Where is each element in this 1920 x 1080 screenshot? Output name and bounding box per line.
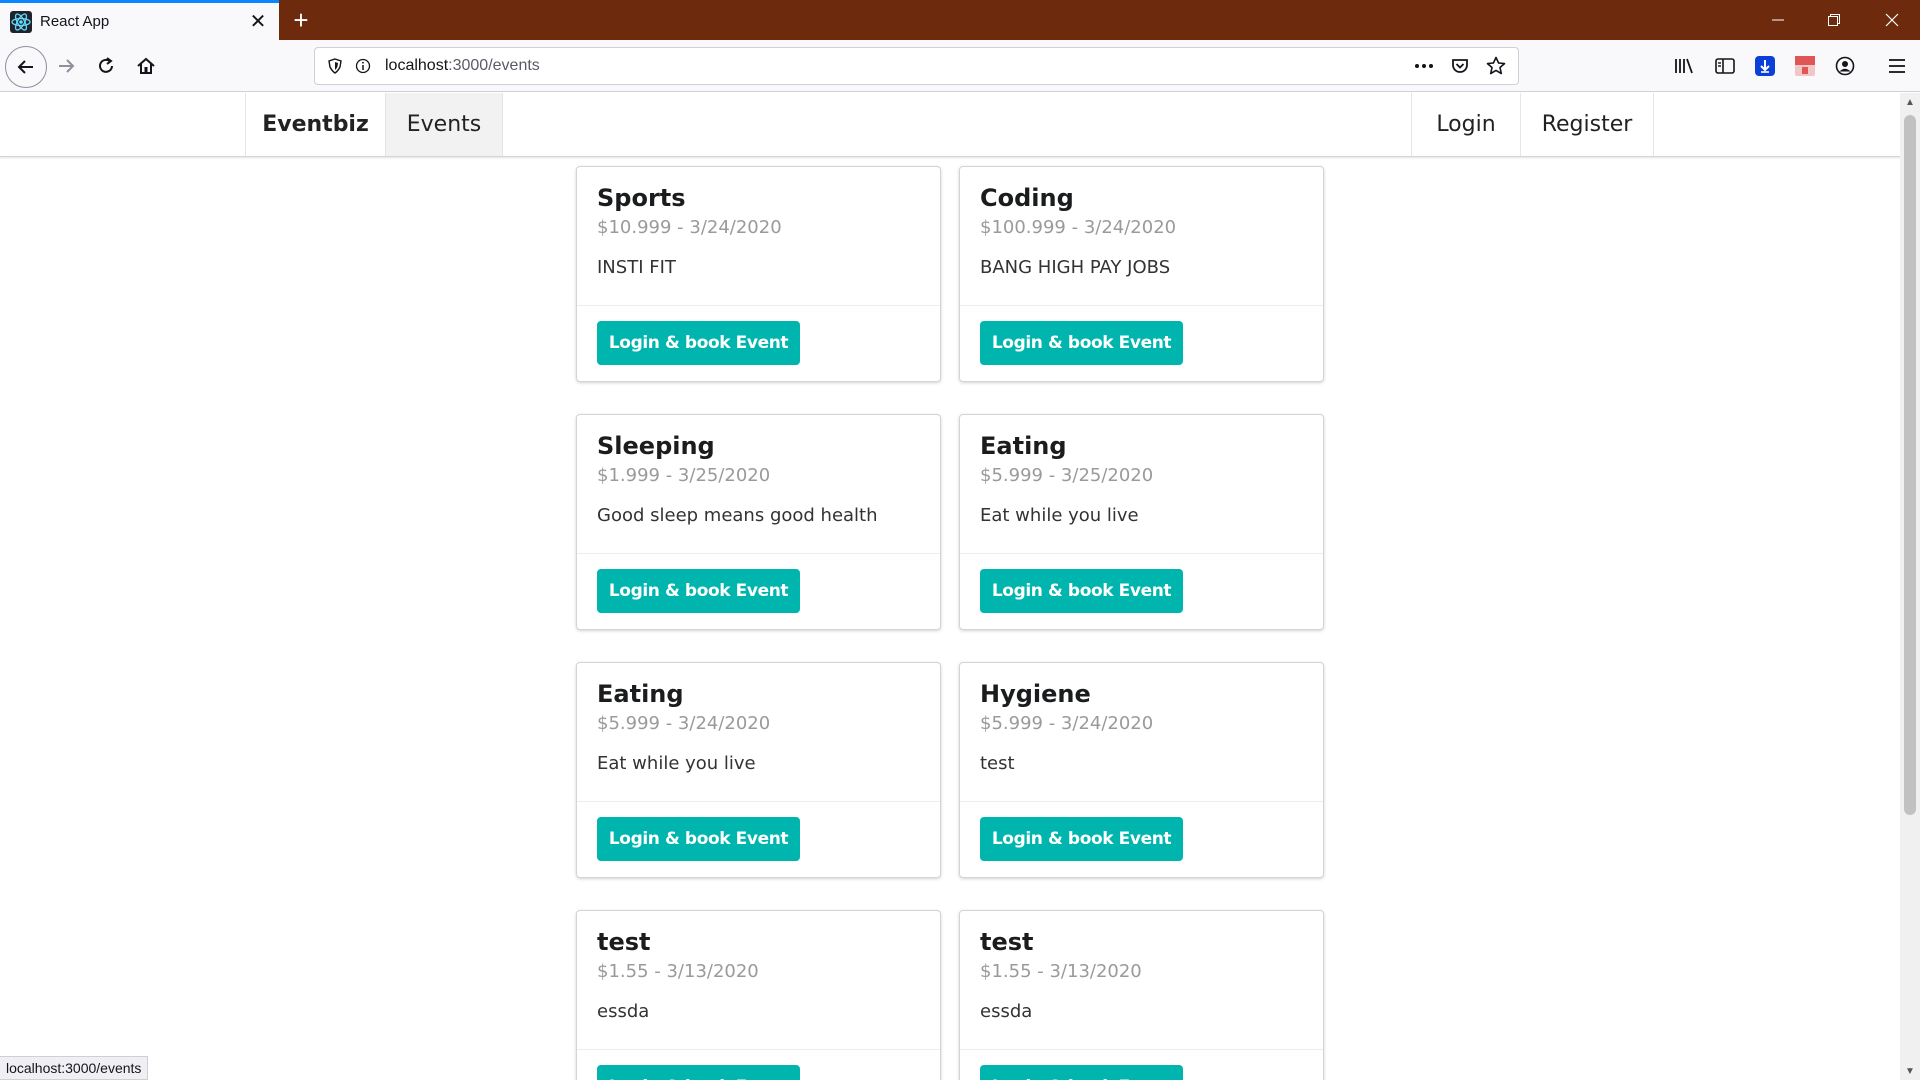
sidebar-icon[interactable] bbox=[1705, 46, 1745, 86]
event-card: Sports $10.999 - 3/24/2020 INSTI FIT Log… bbox=[576, 166, 941, 382]
book-event-button[interactable]: Login & book Event bbox=[597, 569, 800, 613]
book-event-button[interactable]: Login & book Event bbox=[980, 1065, 1183, 1080]
event-title: Eating bbox=[597, 680, 684, 708]
event-description: test bbox=[980, 753, 1015, 774]
shield-icon[interactable] bbox=[321, 52, 349, 80]
event-meta: $1.55 - 3/13/2020 bbox=[597, 961, 759, 982]
account-icon[interactable] bbox=[1825, 46, 1865, 86]
more-icon[interactable] bbox=[1410, 52, 1438, 80]
book-event-button[interactable]: Login & book Event bbox=[597, 1065, 800, 1080]
page-scrollbar[interactable]: ▲ ▼ bbox=[1900, 93, 1920, 1080]
library-icon[interactable] bbox=[1665, 46, 1705, 86]
event-meta: $1.55 - 3/13/2020 bbox=[980, 961, 1142, 982]
browser-tab-active[interactable]: React App ✕ bbox=[0, 0, 279, 40]
nav-brand[interactable]: Eventbiz bbox=[245, 93, 385, 156]
cors-extension-icon[interactable] bbox=[1785, 46, 1825, 86]
event-description: Eat while you live bbox=[597, 753, 756, 774]
event-description: BANG HIGH PAY JOBS bbox=[980, 257, 1171, 278]
home-icon[interactable] bbox=[126, 46, 166, 86]
menu-icon[interactable] bbox=[1877, 46, 1917, 86]
event-card: Hygiene $5.999 - 3/24/2020 test Login & … bbox=[959, 662, 1324, 878]
minimize-icon[interactable] bbox=[1750, 0, 1806, 40]
scroll-down-icon[interactable]: ▼ bbox=[1900, 1062, 1920, 1080]
event-title: Coding bbox=[980, 184, 1074, 212]
event-card: test $1.55 - 3/13/2020 essda Login & boo… bbox=[576, 910, 941, 1080]
close-icon[interactable] bbox=[1864, 0, 1920, 40]
event-description: essda bbox=[980, 1001, 1033, 1022]
bookmark-star-icon[interactable] bbox=[1482, 52, 1510, 80]
scrollbar-thumb[interactable] bbox=[1904, 115, 1916, 815]
browser-toolbar: localhost:3000/events bbox=[0, 40, 1920, 92]
restore-icon[interactable] bbox=[1806, 0, 1862, 40]
event-meta: $100.999 - 3/24/2020 bbox=[980, 217, 1177, 238]
url-text[interactable]: localhost:3000/events bbox=[385, 57, 1410, 75]
event-card: Eating $5.999 - 3/25/2020 Eat while you … bbox=[959, 414, 1324, 630]
event-description: Good sleep means good health bbox=[597, 505, 878, 526]
event-title: test bbox=[597, 928, 651, 956]
react-icon bbox=[10, 10, 32, 33]
event-meta: $5.999 - 3/24/2020 bbox=[980, 713, 1154, 734]
nav-login[interactable]: Login bbox=[1411, 93, 1520, 156]
address-bar[interactable]: localhost:3000/events bbox=[314, 47, 1519, 85]
scroll-up-icon[interactable]: ▲ bbox=[1900, 93, 1920, 111]
new-tab-button[interactable]: + bbox=[285, 4, 317, 36]
event-meta: $1.999 - 3/25/2020 bbox=[597, 465, 771, 486]
url-host: localhost bbox=[385, 57, 449, 74]
book-event-button[interactable]: Login & book Event bbox=[597, 817, 800, 861]
event-title: Eating bbox=[980, 432, 1067, 460]
tab-title: React App bbox=[40, 13, 110, 30]
app-navbar: Eventbiz Events Login Register bbox=[0, 93, 1900, 157]
event-description: INSTI FIT bbox=[597, 257, 676, 278]
url-path: :3000/events bbox=[448, 57, 540, 74]
forward-icon[interactable] bbox=[46, 46, 86, 86]
event-title: Sports bbox=[597, 184, 686, 212]
book-event-button[interactable]: Login & book Event bbox=[980, 569, 1183, 613]
event-card: Sleeping $1.999 - 3/25/2020 Good sleep m… bbox=[576, 414, 941, 630]
event-title: Hygiene bbox=[980, 680, 1091, 708]
reload-icon[interactable] bbox=[86, 46, 126, 86]
book-event-button[interactable]: Login & book Event bbox=[980, 817, 1183, 861]
nav-register[interactable]: Register bbox=[1520, 93, 1654, 156]
event-meta: $5.999 - 3/24/2020 bbox=[597, 713, 771, 734]
tab-close-icon[interactable]: ✕ bbox=[243, 7, 273, 37]
event-card: test $1.55 - 3/13/2020 essda Login & boo… bbox=[959, 910, 1324, 1080]
book-event-button[interactable]: Login & book Event bbox=[980, 321, 1183, 365]
status-url-tooltip: localhost:3000/events bbox=[0, 1056, 149, 1080]
back-icon[interactable] bbox=[5, 46, 47, 88]
nav-events[interactable]: Events bbox=[385, 93, 503, 156]
event-meta: $10.999 - 3/24/2020 bbox=[597, 217, 782, 238]
event-card: Eating $5.999 - 3/24/2020 Eat while you … bbox=[576, 662, 941, 878]
browser-titlebar: React App ✕ + bbox=[0, 0, 1920, 40]
event-title: Sleeping bbox=[597, 432, 715, 460]
download-icon[interactable] bbox=[1745, 46, 1785, 86]
event-description: Eat while you live bbox=[980, 505, 1139, 526]
info-icon[interactable] bbox=[349, 52, 377, 80]
event-title: test bbox=[980, 928, 1034, 956]
event-description: essda bbox=[597, 1001, 650, 1022]
pocket-icon[interactable] bbox=[1446, 52, 1474, 80]
event-card: Coding $100.999 - 3/24/2020 BANG HIGH PA… bbox=[959, 166, 1324, 382]
event-meta: $5.999 - 3/25/2020 bbox=[980, 465, 1154, 486]
book-event-button[interactable]: Login & book Event bbox=[597, 321, 800, 365]
page-viewport: Eventbiz Events Login Register Sports $1… bbox=[0, 93, 1900, 1080]
